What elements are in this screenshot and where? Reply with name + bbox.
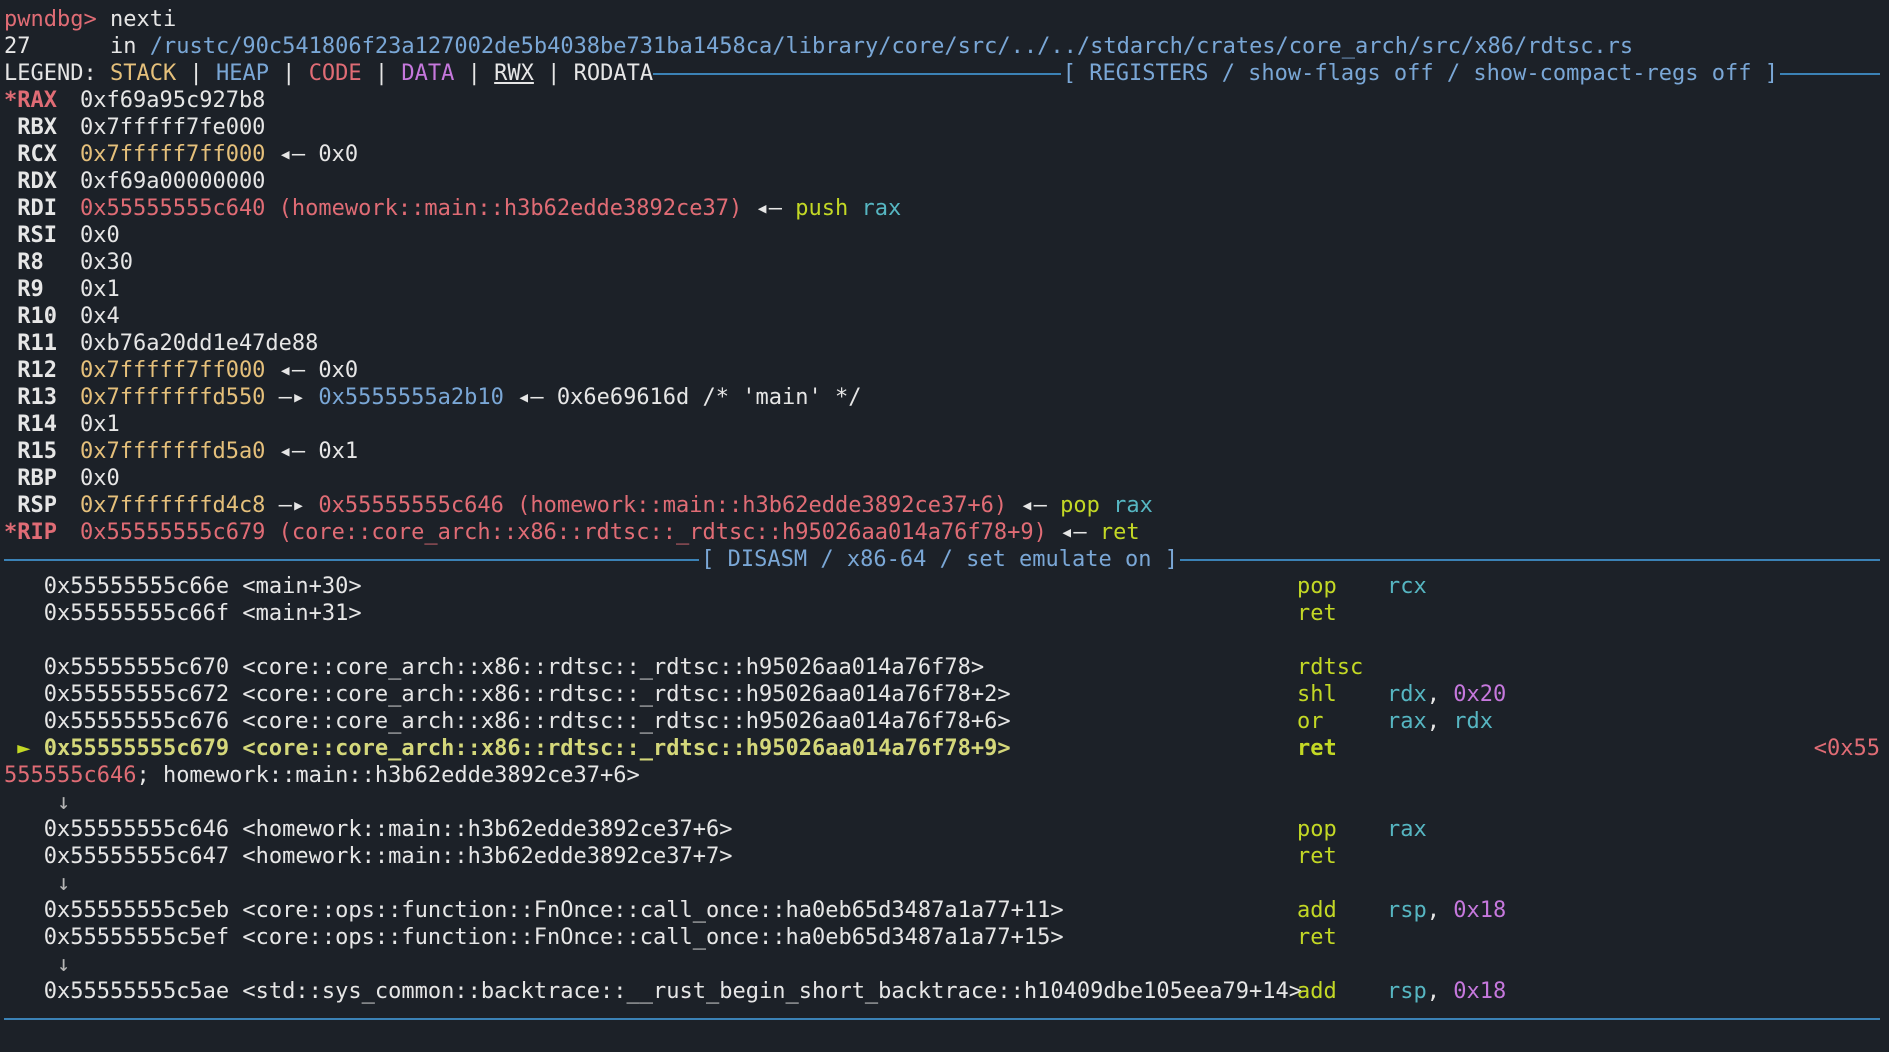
register-row-r12: R12 0x7fffff7ff000 ◂— 0x0 [4,358,359,383]
flow-arrow: ↓ [4,790,71,815]
legend-heap: HEAP [215,61,269,86]
legend-rodata: RODATA [573,61,654,86]
prompt-label: pwndbg> [4,7,97,32]
disasm-line: 0x55555555c5eb <core::ops::function::FnO… [4,898,1507,923]
source-location-line: 27 in /rustc/90c541806f23a127002de5b4038… [4,33,1880,60]
bottom-separator [4,1005,1880,1032]
disasm-separator: [ DISASM / x86-64 / set emulate on ] [4,546,1880,573]
register-row-rax: *RAX 0xf69a95c927b8 [4,88,266,113]
current-instruction-marker: ► [4,736,44,761]
register-row-rip: *RIP 0x55555555c679 (core::core_arch::x86… [4,520,1140,545]
terminal-window[interactable]: pwndbg> nexti 27 in /rustc/90c541806f23a… [4,6,1880,1046]
register-row-rsi: RSI 0x0 [4,223,120,248]
separator-rule-left [4,558,700,561]
register-row-r15: R15 0x7fffffffd5a0 ◂— 0x1 [4,439,359,464]
register-row-rcx: RCX 0x7fffff7ff000 ◂— 0x0 [4,142,359,167]
disasm-blank-line [4,627,1880,654]
register-row-rdx: RDX 0xf69a00000000 [4,169,266,194]
register-row-r13: R13 0x7fffffffd550 —▸ 0x5555555a2b10 ◂— 0… [4,385,862,410]
disasm-line: 0x55555555c5ef <core::ops::function::FnO… [4,925,1337,950]
legend-code: CODE [308,61,362,86]
separator-rule [4,1017,1880,1020]
source-path: /rustc/90c541806f23a127002de5b4038be731b… [149,34,1634,59]
register-row-rbp: RBP 0x0 [4,466,120,491]
legend-stack: STACK [109,61,177,86]
disasm-line: 0x55555555c646 <homework::main::h3b62edd… [4,817,1427,842]
prompt-line: pwndbg> nexti [4,6,1880,33]
legend-line: LEGEND: STACK | HEAP | CODE | DATA | RWX… [4,60,1880,87]
separator-rule-right [1180,558,1880,561]
disasm-line: 0x55555555c647 <homework::main::h3b62edd… [4,844,1337,869]
disasm-line: 0x55555555c670 <core::core_arch::x86::rd… [4,655,1364,680]
registers-header: [ REGISTERS / show-flags off / show-comp… [1062,61,1778,86]
legend-rwx: RWX [494,61,534,86]
disasm-header: [ DISASM / x86-64 / set emulate on ] [701,547,1178,572]
register-row-rbx: RBX 0x7fffff7fe000 [4,115,266,140]
disasm-line: 0x55555555c66e <main+30> pop rcx [4,574,1427,599]
disasm-wrap-line: 555555c646; homework::main::h3b62edde389… [4,763,640,788]
disasm-line: 0x55555555c672 <core::core_arch::x86::rd… [4,682,1507,707]
flow-arrow: ↓ [4,871,71,896]
command-text: nexti [96,7,177,32]
disasm-line: 0x55555555c676 <core::core_arch::x86::rd… [4,709,1493,734]
ret-target-start: <0x55 [1813,736,1880,761]
disasm-line: 0x55555555c66f <main+31> ret [4,601,1337,626]
disasm-current-line: ► 0x55555555c679 <core::core_arch::x86::… [4,736,1880,761]
register-row-r8: R8 0x30 [4,250,133,275]
legend-data: DATA [401,61,455,86]
line-number: 27 [4,34,31,59]
register-row-r10: R10 0x4 [4,304,120,329]
legend-label: LEGEND: [4,61,110,86]
location-sep: in [30,34,150,59]
disasm-line: 0x55555555c5ae <std::sys_common::backtra… [4,979,1507,1004]
register-row-r14: R14 0x1 [4,412,120,437]
register-row-r11: R11 0xb76a20dd1e47de88 [4,331,319,356]
register-row-r9: R9 0x1 [4,277,120,302]
register-row-rsp: RSP 0x7fffffffd4c8 —▸ 0x55555555c646 (hom… [4,493,1153,518]
separator-rule-right [1780,72,1880,75]
flow-arrow: ↓ [4,952,71,977]
separator-rule-left [653,72,1061,75]
register-row-rdi: RDI 0x55555555c640 (homework::main::h3b62… [4,196,902,221]
